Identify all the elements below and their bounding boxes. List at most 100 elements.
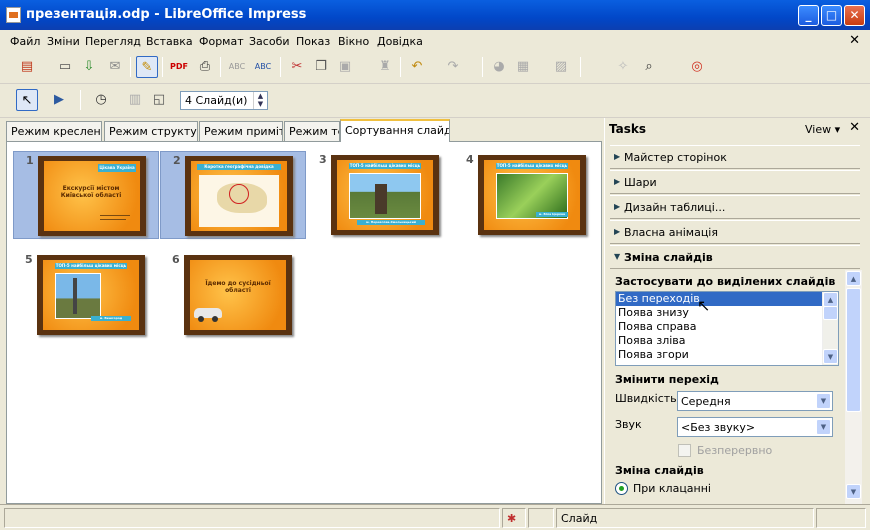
tab-slide-sorter[interactable]: Сортування слайду — [340, 119, 450, 142]
menu-help[interactable]: Довідка — [377, 35, 423, 48]
minimize-button[interactable]: _ — [798, 5, 819, 26]
mouse-cursor-icon: ↖ — [697, 296, 711, 315]
cut-icon[interactable]: ✂ — [286, 56, 308, 78]
chart-icon[interactable]: ◕ — [488, 56, 510, 78]
scroll-down-icon[interactable]: ▼ — [823, 349, 838, 364]
tab-handout[interactable]: Режим тез — [284, 121, 340, 141]
slide-layout-icon[interactable]: ◱ — [148, 89, 170, 111]
slide-thumbnail-5[interactable]: 5 ТОП-5 найбільш цікавих місць м. Вишгор… — [13, 251, 159, 339]
panel-layers[interactable]: ▶ Шари — [610, 170, 860, 194]
list-item[interactable]: Без переходів — [616, 292, 822, 306]
undo-icon[interactable]: ↶ — [406, 56, 428, 78]
menu-window[interactable]: Вікно — [338, 35, 369, 48]
expand-icon: ▶ — [614, 152, 621, 161]
email-icon[interactable]: ✉ — [104, 56, 126, 78]
status-bar: ✱ Слайд — [0, 504, 870, 530]
menu-insert[interactable]: Вставка — [146, 35, 193, 48]
slide-banner-text: Цікава Україна — [99, 165, 135, 170]
open-icon[interactable]: ▭ — [54, 56, 76, 78]
menu-edit[interactable]: Зміни — [47, 35, 80, 48]
close-tasks-icon[interactable]: ✕ — [849, 120, 860, 135]
menu-format[interactable]: Формат — [199, 35, 244, 48]
autospellcheck-icon[interactable]: ABC — [252, 56, 274, 78]
new-document-icon[interactable]: ▤ — [16, 56, 38, 78]
close-window-button[interactable]: ✕ — [844, 5, 865, 26]
navigator-icon[interactable]: ✧ — [612, 56, 634, 78]
panel-master-pages[interactable]: ▶ Майстер сторінок — [610, 145, 860, 169]
standard-toolbar: ▤ ▭ ⇩ ✉ ✎ PDF ⎙ ABC ABC ✂ ❐ ▣ ♜ ↶ ↷ ◕ ▦ … — [0, 52, 870, 84]
slide-banner-text: Коротка географічна довідка — [197, 164, 281, 170]
scroll-down-icon[interactable]: ▼ — [846, 484, 861, 499]
maximize-button[interactable]: □ — [821, 5, 842, 26]
redo-icon[interactable]: ↷ — [442, 56, 464, 78]
menu-tools[interactable]: Засоби — [249, 35, 290, 48]
tab-notes[interactable]: Режим приміток — [199, 121, 283, 141]
slide-number: 6 — [172, 253, 180, 266]
menu-file[interactable]: Файл — [10, 35, 40, 48]
save-icon[interactable]: ⇩ — [78, 56, 100, 78]
transition-list[interactable]: Без переходів Поява знизу Поява справа П… — [615, 291, 839, 366]
rehearse-timings-icon[interactable]: ◷ — [90, 89, 112, 111]
list-scrollbar[interactable]: ▲ ▼ — [822, 292, 838, 365]
loop-checkbox[interactable] — [678, 444, 691, 457]
status-cell — [4, 508, 500, 528]
on-click-radio[interactable] — [615, 482, 628, 495]
spellcheck-icon[interactable]: ABC — [226, 56, 248, 78]
table-icon[interactable]: ▦ — [512, 56, 534, 78]
panel-slide-transition[interactable]: ▼ Зміна слайдів — [610, 245, 860, 269]
chevron-down-icon[interactable]: ▼ — [816, 393, 831, 409]
export-pdf-icon[interactable]: PDF — [168, 56, 190, 78]
slide-caption-text: м. Переяслав-Хмельницький — [357, 220, 425, 225]
slides-per-row-spinner[interactable]: 4 Слайд(и) ▲ ▼ — [180, 91, 268, 110]
scroll-up-icon[interactable]: ▲ — [823, 292, 838, 307]
speed-select[interactable]: Середня ▼ — [677, 391, 833, 411]
menu-slide-show[interactable]: Показ — [296, 35, 330, 48]
scroll-up-icon[interactable]: ▲ — [846, 271, 861, 286]
panel-table-design[interactable]: ▶ Дизайн таблиці... — [610, 195, 860, 219]
tasks-scrollbar[interactable]: ▲ ▼ — [845, 270, 862, 504]
document-modified-icon: ✱ — [502, 508, 526, 528]
panel-label: Дизайн таблиці... — [624, 201, 726, 214]
menu-view[interactable]: Перегляд — [85, 35, 141, 48]
slide-show-icon[interactable]: ▶ — [48, 89, 70, 111]
title-bar: презентація.odp - LibreOffice Impress _ … — [0, 0, 870, 30]
clone-formatting-icon[interactable]: ♜ — [374, 56, 396, 78]
loop-label: Безперервно — [697, 444, 773, 457]
slide-thumbnail-6[interactable]: 6 Їдемо до сусідньої області — [160, 251, 306, 339]
scroll-thumb[interactable] — [846, 288, 861, 412]
slide-thumbnail-2[interactable]: 2 Коротка географічна довідка — [160, 151, 306, 239]
slide-design-icon[interactable]: ▥ — [124, 89, 146, 111]
select-arrow-icon[interactable]: ↖ — [16, 89, 38, 111]
panel-label: Зміна слайдів — [624, 251, 713, 264]
list-item[interactable]: Поява згори — [616, 348, 822, 362]
list-item[interactable]: Поява зліва — [616, 334, 822, 348]
close-document-icon[interactable]: ✕ — [849, 33, 860, 48]
zoom-icon[interactable]: ⌕ — [638, 56, 660, 78]
copy-icon[interactable]: ❐ — [310, 56, 332, 78]
expand-icon: ▶ — [614, 202, 621, 211]
slide-thumbnail-1[interactable]: 1 Цікава Україна Екскурсії містом Київсь… — [13, 151, 159, 239]
paste-icon[interactable]: ▣ — [334, 56, 356, 78]
print-icon[interactable]: ⎙ — [194, 56, 216, 78]
slide-thumbnail-4[interactable]: 4 ТОП-5 найбільш цікавих місць м. Біла Ц… — [454, 151, 600, 239]
chevron-down-icon[interactable]: ▼ — [816, 419, 831, 435]
collapse-icon: ▼ — [614, 252, 621, 261]
tasks-view-menu[interactable]: View ▾ — [805, 123, 840, 136]
tab-drawing[interactable]: Режим креслення — [6, 121, 102, 141]
status-cell — [816, 508, 866, 528]
slide-preview: ТОП-5 найбільш цікавих місць м. Біла Цер… — [478, 155, 586, 235]
tab-outline[interactable]: Режим структури — [104, 121, 198, 141]
slide-banner-text: ТОП-5 найбільш цікавих місць — [496, 163, 568, 169]
slide-banner-text: ТОП-5 найбільш цікавих місць — [349, 163, 421, 169]
panel-custom-animation[interactable]: ▶ Власна анімація — [610, 220, 860, 244]
edit-file-icon[interactable]: ✎ — [136, 56, 158, 78]
spin-arrows-icon[interactable]: ▲ ▼ — [253, 92, 267, 109]
slide-thumbnail-3[interactable]: 3 ТОП-5 найбільш цікавих місць м. Переяс… — [307, 151, 453, 239]
list-item[interactable]: Поява справа — [616, 320, 822, 334]
image-icon[interactable]: ▨ — [550, 56, 572, 78]
help-icon[interactable]: ◎ — [686, 56, 708, 78]
slide-number: 4 — [466, 153, 474, 166]
scroll-thumb[interactable] — [823, 306, 838, 320]
sound-select[interactable]: <Без звуку> ▼ — [677, 417, 833, 437]
list-item[interactable]: Поява знизу — [616, 306, 822, 320]
